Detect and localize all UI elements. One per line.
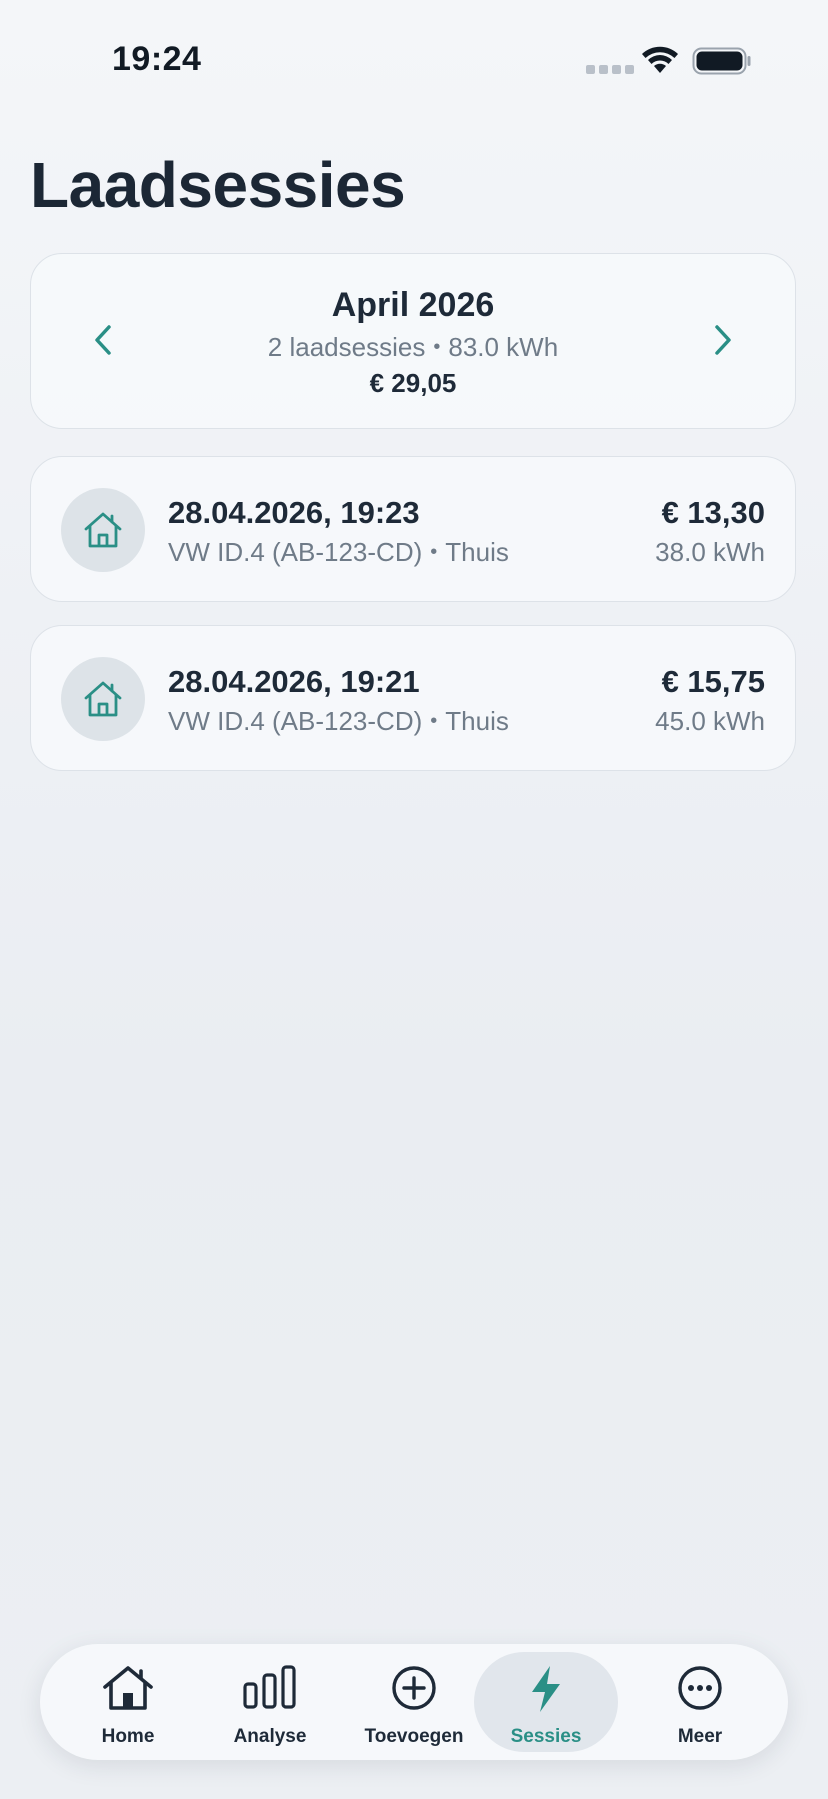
- plus-circle-icon: [392, 1666, 436, 1710]
- status-time: 19:24: [112, 40, 202, 78]
- session-location-avatar: [61, 657, 145, 741]
- bolt-icon: [532, 1666, 560, 1712]
- session-card[interactable]: 28.04.2026, 19:23 VW ID.4 (AB-123-CD) • Th…: [30, 456, 796, 602]
- wifi-icon: [642, 46, 678, 73]
- month-session-count: 2 laadsessies: [267, 332, 426, 362]
- session-vehicle: VW ID.4 (AB-123-CD): [168, 706, 423, 736]
- home-icon: [84, 512, 122, 548]
- session-location: Thuis: [445, 537, 509, 567]
- home-icon: [84, 681, 122, 717]
- battery-icon: [692, 47, 751, 75]
- session-price: € 15,75: [661, 664, 765, 699]
- tab-sessies[interactable]: Sessies: [474, 1652, 618, 1752]
- session-price: € 13,30: [661, 495, 765, 530]
- next-month-button[interactable]: [695, 312, 751, 368]
- session-location-avatar: [61, 488, 145, 572]
- tab-label: Sessies: [510, 1726, 582, 1747]
- tab-analyse[interactable]: Analyse: [198, 1652, 342, 1752]
- month-title: April 2026: [331, 286, 495, 324]
- tab-label: Toevoegen: [364, 1726, 464, 1747]
- separator-dot: •: [430, 710, 438, 732]
- month-summary-card: April 2026 2 laadsessies • 83.0 kWh € 29,0…: [30, 253, 796, 429]
- month-subtitle: 2 laadsessies • 83.0 kWh: [31, 332, 795, 363]
- session-energy: 45.0 kWh: [655, 706, 765, 736]
- month-total-cost: € 29,05: [369, 368, 457, 398]
- session-details: VW ID.4 (AB-123-CD) • Thuis: [168, 537, 509, 568]
- separator-dot: •: [430, 541, 438, 563]
- session-energy: 38.0 kWh: [655, 537, 765, 567]
- tab-bar: Home Analyse Toevoegen Sessies Meer: [40, 1644, 788, 1760]
- tab-label: Analyse: [233, 1726, 307, 1747]
- session-card[interactable]: 28.04.2026, 19:21 VW ID.4 (AB-123-CD) • Th…: [30, 625, 796, 771]
- session-details: VW ID.4 (AB-123-CD) • Thuis: [168, 706, 509, 737]
- tab-meer[interactable]: Meer: [628, 1652, 772, 1752]
- month-energy: 83.0 kWh: [448, 332, 559, 362]
- home-icon: [103, 1666, 153, 1710]
- session-date: 28.04.2026, 19:21: [168, 664, 420, 699]
- chevron-right-icon: [715, 325, 731, 355]
- page-title: Laadsessies: [30, 149, 406, 221]
- tab-toevoegen[interactable]: Toevoegen: [342, 1652, 486, 1752]
- tab-label: Meer: [677, 1726, 723, 1747]
- tab-home[interactable]: Home: [56, 1652, 200, 1752]
- separator-dot: •: [433, 336, 441, 358]
- tab-label: Home: [101, 1726, 155, 1747]
- session-location: Thuis: [445, 706, 509, 736]
- session-vehicle: VW ID.4 (AB-123-CD): [168, 537, 423, 567]
- more-icon: [678, 1666, 722, 1710]
- cellular-signal-icon: [586, 65, 634, 74]
- session-date: 28.04.2026, 19:23: [168, 495, 420, 530]
- bar-chart-icon: [243, 1665, 296, 1709]
- status-bar: 19:24: [0, 0, 828, 120]
